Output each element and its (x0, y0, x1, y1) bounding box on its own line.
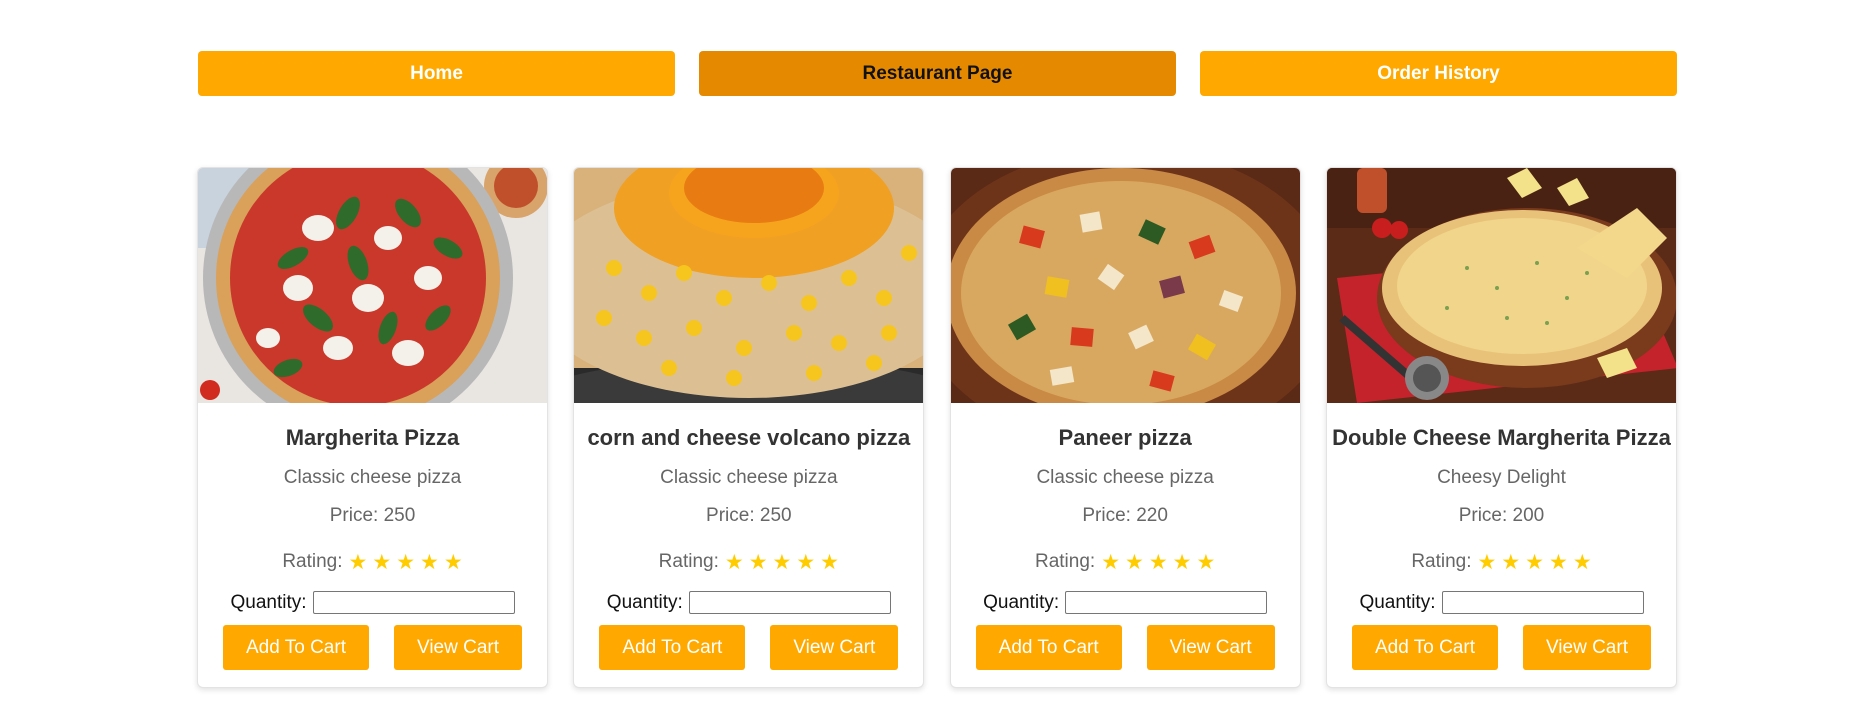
star-icon: ★ (772, 550, 792, 574)
rating-stars: ★ ★ ★ ★ ★ (725, 552, 839, 573)
add-to-cart-button[interactable]: Add To Cart (1351, 625, 1498, 670)
corn-cheese-volcano-pizza-image (574, 168, 924, 403)
star-icon: ★ (1572, 550, 1592, 574)
quantity-input[interactable] (312, 591, 515, 614)
star-icon: ★ (820, 550, 839, 574)
rating-stars: ★ ★ ★ ★ ★ (1478, 552, 1592, 573)
product-price: Price: 200 (1458, 505, 1545, 526)
double-cheese-margherita-pizza-image (1326, 168, 1676, 403)
product-card: Double Cheese Margherita Pizza Cheesy De… (1325, 167, 1677, 688)
rating-label: Rating: (1411, 551, 1472, 572)
product-rating: Rating: ★ ★ ★ ★ ★ (951, 551, 1300, 573)
product-price: Price: 250 (329, 505, 416, 526)
product-name: corn and cheese volcano pizza (587, 425, 911, 450)
margherita-pizza-image (198, 168, 547, 403)
quantity-row: Quantity: (1327, 591, 1676, 614)
product-rating: Rating: ★ ★ ★ ★ ★ (1327, 551, 1676, 573)
star-icon: ★ (796, 550, 816, 574)
star-icon: ★ (443, 550, 463, 574)
product-name: Margherita Pizza (285, 425, 460, 450)
star-icon: ★ (420, 550, 439, 574)
product-rating: Rating: ★ ★ ★ ★ ★ (574, 551, 923, 573)
rating-label: Rating: (1034, 551, 1096, 572)
product-description: Classic cheese pizza (283, 467, 462, 488)
star-icon: ★ (348, 550, 368, 574)
star-icon: ★ (372, 550, 392, 574)
star-icon: ★ (1148, 550, 1168, 574)
nav-home-button[interactable]: Home (198, 51, 675, 96)
quantity-input[interactable] (1441, 591, 1644, 614)
paneer-pizza-image (950, 168, 1300, 403)
view-cart-button[interactable]: View Cart (394, 625, 522, 670)
quantity-row: Quantity: (951, 591, 1300, 614)
rating-label: Rating: (282, 551, 343, 572)
star-icon: ★ (1477, 550, 1497, 574)
rating-stars: ★ ★ ★ ★ ★ (349, 552, 463, 573)
star-icon: ★ (1125, 550, 1144, 574)
quantity-label: Quantity: (230, 591, 307, 613)
card-actions: Add To Cart View Cart (574, 625, 923, 670)
product-grid: Margherita Pizza Classic cheese pizza Pr… (197, 167, 1677, 688)
star-icon: ★ (1525, 550, 1544, 574)
view-cart-button[interactable]: View Cart (1522, 625, 1651, 670)
nav-order-history-button[interactable]: Order History (1200, 51, 1677, 96)
card-actions: Add To Cart View Cart (951, 625, 1300, 670)
card-actions: Add To Cart View Cart (1327, 625, 1676, 670)
star-icon: ★ (1501, 550, 1521, 574)
star-icon: ★ (1549, 550, 1568, 574)
quantity-row: Quantity: (198, 591, 547, 614)
star-icon: ★ (1196, 550, 1216, 574)
top-nav: Home Restaurant Page Order History (198, 51, 1677, 96)
quantity-label: Quantity: (983, 591, 1060, 613)
product-rating: Rating: ★ ★ ★ ★ ★ (198, 551, 547, 573)
quantity-input[interactable] (1065, 591, 1268, 614)
quantity-label: Quantity: (1359, 591, 1436, 613)
card-actions: Add To Cart View Cart (198, 625, 547, 670)
nav-restaurant-page-button[interactable]: Restaurant Page (699, 51, 1176, 96)
view-cart-button[interactable]: View Cart (1146, 625, 1275, 670)
star-icon: ★ (1101, 550, 1121, 574)
product-description: Classic cheese pizza (1036, 467, 1214, 488)
product-price: Price: 220 (1082, 505, 1168, 526)
quantity-input[interactable] (688, 591, 891, 614)
star-icon: ★ (724, 550, 744, 574)
star-icon: ★ (748, 550, 768, 574)
add-to-cart-button[interactable]: Add To Cart (223, 625, 369, 670)
star-icon: ★ (396, 550, 416, 574)
product-card: Margherita Pizza Classic cheese pizza Pr… (197, 167, 548, 688)
rating-stars: ★ ★ ★ ★ ★ (1101, 552, 1215, 573)
product-name: Paneer pizza (1058, 425, 1192, 450)
add-to-cart-button[interactable]: Add To Cart (975, 625, 1122, 670)
product-card: corn and cheese volcano pizza Classic ch… (573, 167, 925, 688)
product-description: Cheesy Delight (1437, 467, 1566, 488)
product-description: Classic cheese pizza (660, 467, 838, 488)
product-name: Double Cheese Margherita Pizza (1332, 425, 1671, 450)
view-cart-button[interactable]: View Cart (770, 625, 899, 670)
rating-label: Rating: (658, 551, 719, 572)
page: Home Restaurant Page Order History Margh… (0, 0, 1857, 703)
star-icon: ★ (1172, 550, 1192, 574)
product-price: Price: 250 (706, 505, 792, 526)
add-to-cart-button[interactable]: Add To Cart (599, 625, 746, 670)
quantity-row: Quantity: (574, 591, 923, 614)
quantity-label: Quantity: (606, 591, 683, 613)
product-card: Paneer pizza Classic cheese pizza Price:… (949, 167, 1301, 688)
